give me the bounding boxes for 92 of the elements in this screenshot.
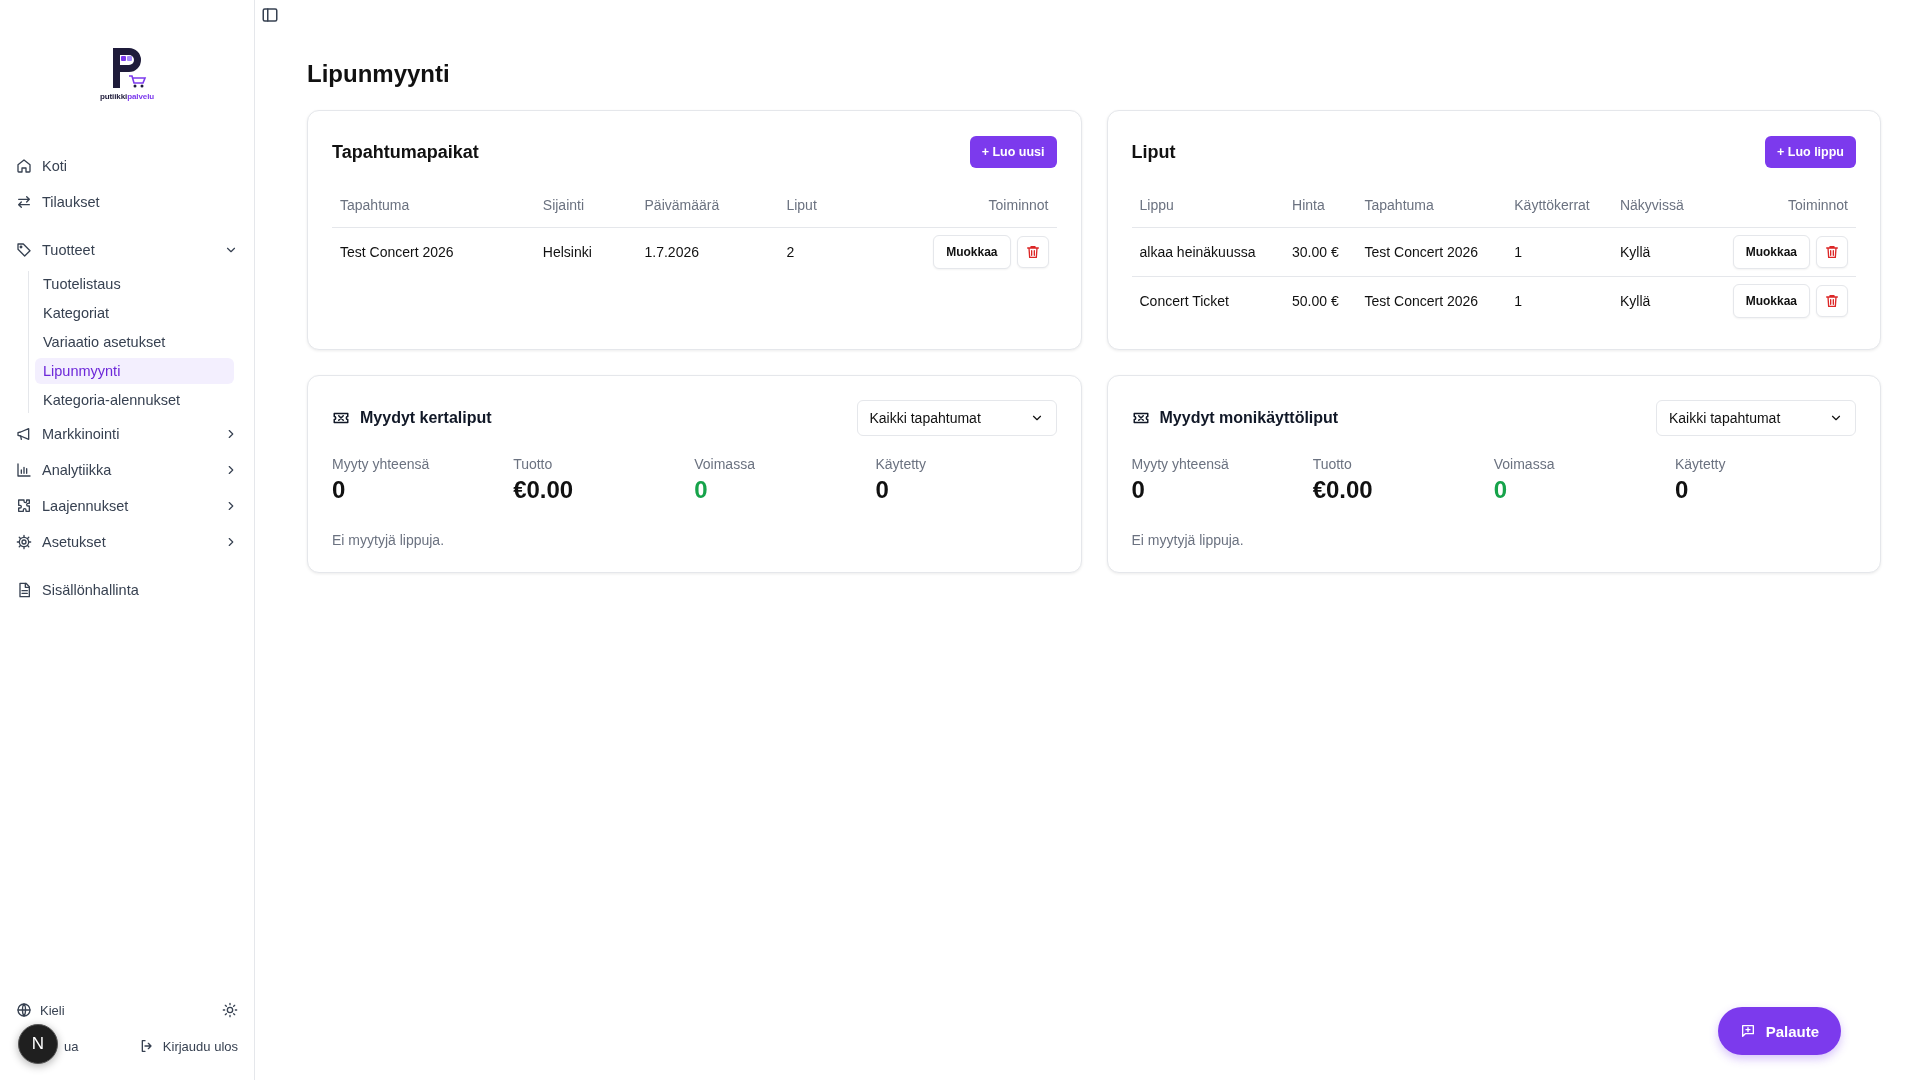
stat-value: 0	[875, 476, 890, 504]
table-cell: 1	[1506, 276, 1612, 325]
card-title: Tapahtumapaikat	[332, 141, 479, 163]
nav-subitem[interactable]: Tuotelistaus	[35, 271, 234, 297]
table-cell: Test Concert 2026	[1356, 227, 1507, 277]
trash-icon	[1824, 293, 1840, 309]
nav-item[interactable]: Laajennukset	[10, 488, 244, 524]
logo-text: putiikkipalvelu	[99, 92, 155, 101]
table-cell: 30.00 €	[1284, 227, 1357, 277]
nav-item[interactable]: Asetukset	[10, 524, 244, 560]
table-cell: alkaa heinäkuussa	[1131, 227, 1284, 277]
dev-indicator-badge[interactable]: N	[18, 1024, 58, 1064]
empty-message: Ei myytyjä lippuja.	[1131, 532, 1245, 548]
card-title: Liput	[1131, 141, 1176, 163]
table-cell: 1.7.2026	[636, 227, 779, 276]
column-header: Toiminnot	[1704, 183, 1856, 228]
trash-icon	[1024, 244, 1041, 260]
stat-value: 0	[694, 476, 709, 504]
edit-button[interactable]: Muokkaa	[1732, 235, 1810, 269]
stat-label: Tuotto	[513, 456, 554, 472]
create-button[interactable]: + Luo uusi	[969, 136, 1057, 168]
delete-button[interactable]	[1016, 236, 1049, 268]
nav-item[interactable]: Analytiikka	[10, 452, 244, 488]
globe-icon	[16, 1002, 32, 1018]
stat-value: 0	[1131, 476, 1146, 504]
column-header: Toiminnot	[850, 183, 1057, 228]
stat-label: Voimassa	[1493, 456, 1556, 472]
delete-button[interactable]	[1816, 236, 1848, 268]
stat-label: Voimassa	[694, 456, 756, 472]
column-header: Päivämäärä	[636, 183, 779, 228]
page-title: Lipunmyynti	[307, 60, 451, 88]
nav-item[interactable]: Markkinointi	[10, 416, 244, 452]
stat-label: Myyty yhteensä	[332, 456, 431, 472]
puzzle-icon	[16, 498, 32, 514]
bar-chart-icon	[16, 462, 32, 478]
message-plus-icon	[1739, 1023, 1756, 1039]
table-cell: Test Concert 2026	[332, 227, 535, 276]
create-button[interactable]: + Luo lippu	[1765, 136, 1856, 168]
table-cell: Test Concert 2026	[1356, 276, 1507, 325]
nav-subitem[interactable]: Variaatio asetukset	[35, 329, 234, 355]
nav-item[interactable]: Tilaukset	[10, 184, 244, 220]
stat-label: Tuotto	[1312, 456, 1353, 472]
column-header: Lippu	[1131, 183, 1284, 228]
logout-button[interactable]: Kirjaudu ulos	[138, 1038, 238, 1054]
stat-label: Käytetty	[1674, 456, 1727, 472]
column-header: Liput	[778, 183, 851, 228]
settings-icon	[16, 534, 32, 550]
nav-subitem[interactable]: Kategoriat	[35, 300, 234, 326]
table-cell: Concert Ticket	[1131, 276, 1284, 325]
swap-arrows-icon	[16, 194, 32, 210]
column-header: Tapahtuma	[332, 183, 535, 228]
card-title: Myydyt monikäyttöliput	[1159, 409, 1339, 427]
event-filter-dropdown[interactable]: Kaikki tapahtumat	[856, 400, 1057, 436]
nav-subitem[interactable]: Lipunmyynti	[35, 358, 234, 384]
card-title: Myydyt kertaliput	[360, 409, 492, 427]
column-header: Hinta	[1284, 183, 1357, 228]
stat-value: €0.00	[513, 476, 575, 504]
edit-button[interactable]: Muokkaa	[933, 235, 1011, 269]
home-icon	[16, 158, 32, 174]
event-filter-dropdown[interactable]: Kaikki tapahtumat	[1656, 400, 1856, 436]
stat-value: 0	[1493, 476, 1509, 504]
megaphone-icon	[16, 426, 32, 442]
column-header: Tapahtuma	[1356, 183, 1507, 228]
stat-label: Käytetty	[875, 456, 927, 472]
stat-value: €0.00	[1312, 476, 1374, 504]
table-cell: Kyllä	[1611, 227, 1705, 277]
language-button[interactable]: Kieli	[16, 1002, 65, 1018]
nav-item[interactable]: Sisällönhallinta	[10, 572, 244, 608]
stat-value: 0	[1674, 476, 1690, 504]
table-cell: 2	[778, 227, 851, 276]
table-cell: Helsinki	[534, 227, 637, 276]
table-cell: 1	[1506, 227, 1612, 277]
edit-button[interactable]: Muokkaa	[1732, 284, 1810, 318]
footer-link[interactable]: ua	[64, 1038, 79, 1054]
column-header: Sijainti	[534, 183, 637, 228]
nav-item[interactable]: Koti	[10, 148, 244, 184]
stat-label: Myyty yhteensä	[1131, 456, 1230, 472]
sidebar-toggle-icon[interactable]	[261, 6, 279, 24]
column-header: Käyttökerrat	[1506, 183, 1612, 228]
stat-value: 0	[332, 476, 347, 504]
empty-message: Ei myytyjä lippuja.	[332, 532, 446, 548]
column-header: Näkyvissä	[1611, 183, 1705, 228]
sun-icon	[222, 1002, 238, 1018]
delete-button[interactable]	[1816, 285, 1848, 317]
nav-subitem[interactable]: Kategoria-alennukset	[35, 387, 234, 413]
document-icon	[16, 582, 32, 598]
trash-icon	[1824, 244, 1840, 260]
feedback-button[interactable]: Palaute	[1717, 1007, 1841, 1055]
tag-icon	[16, 242, 32, 258]
table-cell: Kyllä	[1611, 276, 1705, 325]
table-cell: 50.00 €	[1284, 276, 1357, 325]
nav-item[interactable]: Tuotteet	[10, 232, 244, 268]
